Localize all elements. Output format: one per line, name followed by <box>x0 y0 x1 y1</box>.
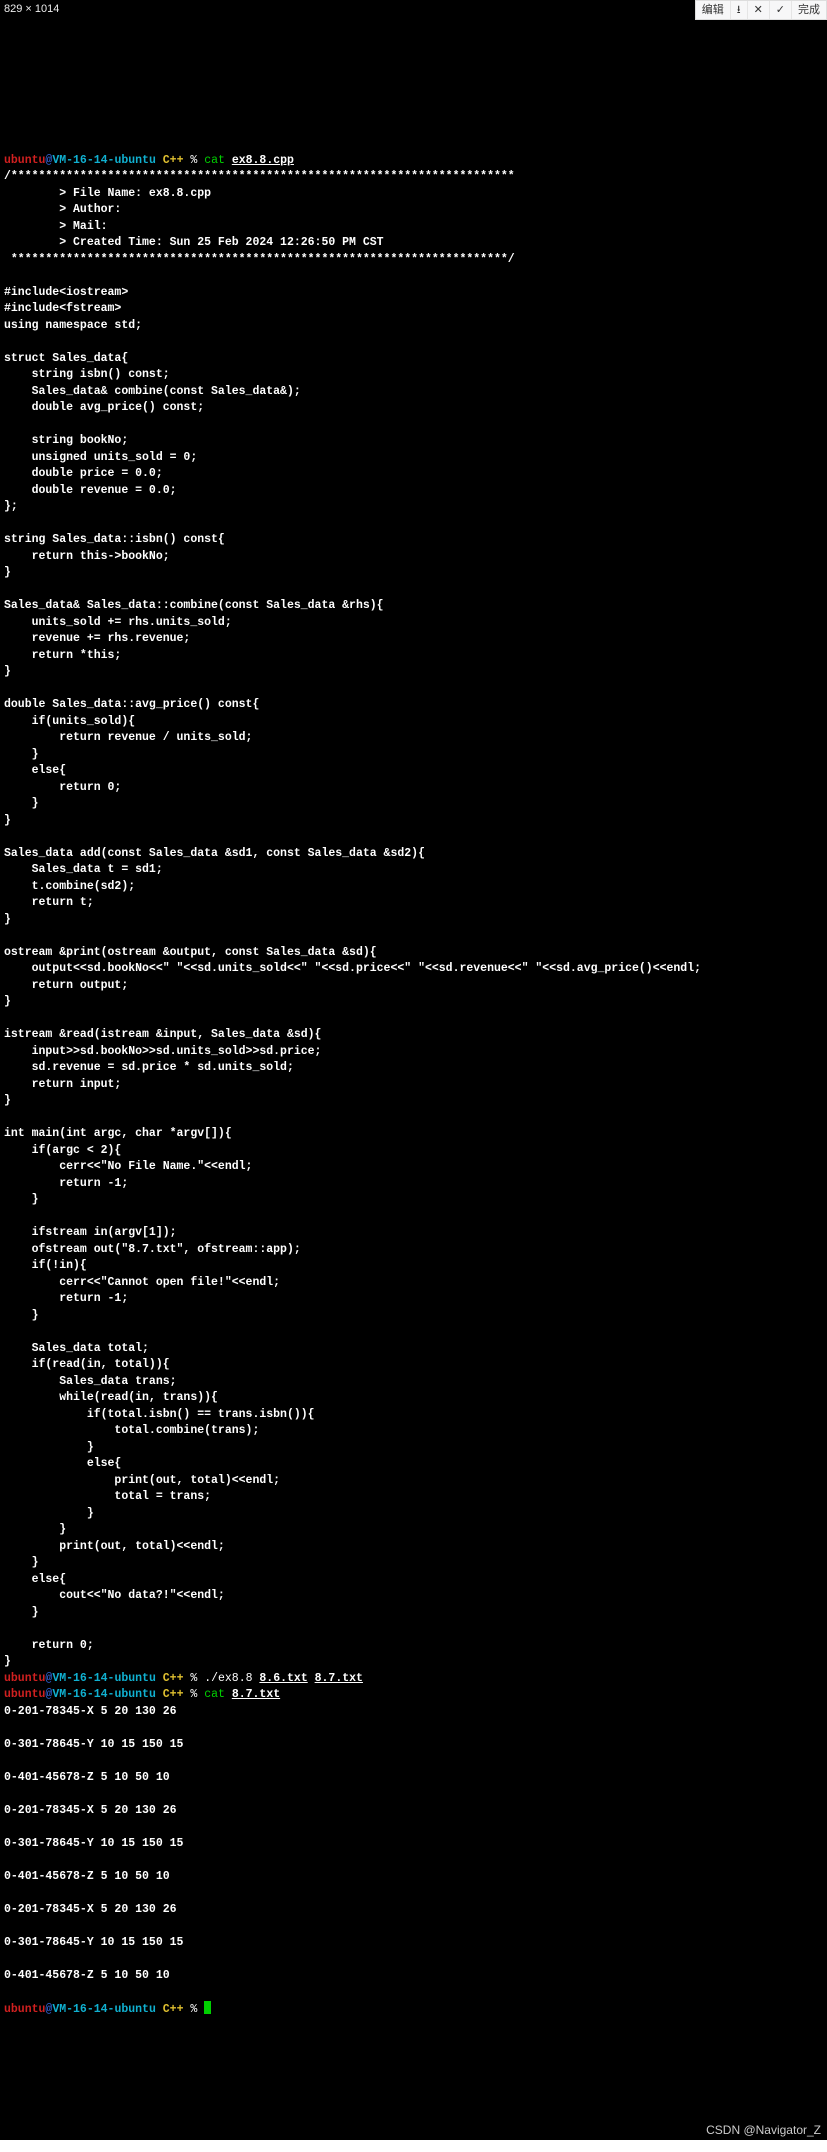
dimension-overlay: 829 × 1014 <box>0 0 63 19</box>
done-button[interactable]: 完成 <box>791 1 826 19</box>
watermark: CSDN @Navigator_Z <box>706 2122 821 2139</box>
edit-button[interactable]: 编辑 <box>696 1 730 19</box>
check-icon[interactable]: ✓ <box>769 1 791 19</box>
terminal-surface[interactable] <box>0 0 827 2140</box>
window-title-bar: 编辑 ⭳ ✕ ✓ 完成 <box>695 0 827 20</box>
download-icon[interactable]: ⭳ <box>730 1 747 19</box>
terminal-window: 829 × 1014 编辑 ⭳ ✕ ✓ 完成 ubuntu@VM-16-14-u… <box>0 0 827 2140</box>
close-icon[interactable]: ✕ <box>747 1 769 19</box>
